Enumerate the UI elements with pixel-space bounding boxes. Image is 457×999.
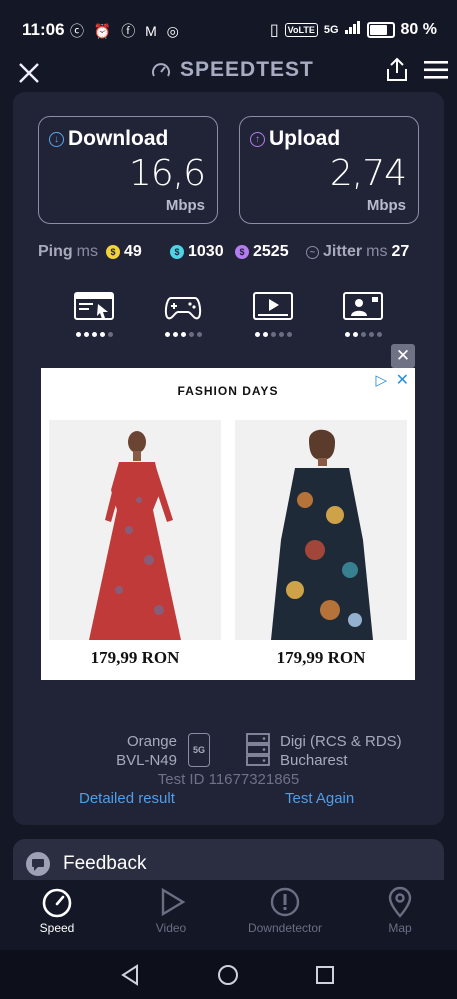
ad-close-button[interactable]: ✕ xyxy=(391,344,415,368)
jitter-icon: ~ xyxy=(306,245,319,259)
ping-unit: ms xyxy=(76,243,98,260)
menu-button[interactable] xyxy=(424,60,448,85)
nav-downdetector-label: Downdetector xyxy=(247,921,323,935)
browsing-level xyxy=(72,332,116,337)
download-latency-value: 1030 xyxy=(188,243,224,260)
dress-photo-dark-floral xyxy=(235,420,407,640)
video-call-icon xyxy=(343,292,383,320)
home-icon[interactable] xyxy=(217,964,239,986)
gauge-icon xyxy=(42,888,72,918)
hamburger-icon xyxy=(424,61,448,79)
app-title: SPEEDTEST xyxy=(150,58,314,82)
recents-icon[interactable] xyxy=(315,965,335,985)
download-box: ↓ Download 16,6 Mbps xyxy=(38,116,218,224)
chat-icon xyxy=(26,852,50,876)
battery-level: 80 % xyxy=(400,21,437,38)
bottom-navigation: Speed Video Downdetector Map xyxy=(0,880,457,950)
ping-label: Ping xyxy=(38,243,73,260)
device-model: BVL-N49 xyxy=(116,752,177,769)
gaming-rating[interactable] xyxy=(161,292,205,337)
upload-box: ↑ Upload 2,74 Mbps xyxy=(239,116,419,224)
play-icon xyxy=(161,887,186,917)
upload-label: Upload xyxy=(269,127,341,150)
status-time: 11:06 xyxy=(22,20,65,39)
server-info: Digi (RCS & RDS) Bucharest xyxy=(280,732,402,770)
isp-name: Digi (RCS & RDS) xyxy=(280,733,402,750)
close-button[interactable] xyxy=(18,58,40,91)
upload-value: 2,74 xyxy=(329,153,407,194)
video-icon xyxy=(253,292,293,320)
nav-video[interactable]: Video xyxy=(121,886,221,935)
share-button[interactable] xyxy=(385,57,409,88)
test-again-link[interactable]: Test Again xyxy=(285,790,354,807)
server-icon xyxy=(246,733,270,772)
jitter-value: 27 xyxy=(391,243,410,260)
notification-icons: ⓒ ⏰ ⓕ M ◎ xyxy=(70,23,182,39)
upload-arrow-icon: ↑ xyxy=(250,131,265,147)
back-icon[interactable] xyxy=(119,964,141,986)
ping-value: 49 xyxy=(124,243,142,260)
browsing-icon xyxy=(74,292,114,320)
browsing-rating[interactable] xyxy=(72,292,116,337)
ad-product-2-price: 179,99 RON xyxy=(235,640,407,676)
upload-latency-value: 2525 xyxy=(253,243,289,260)
carrier-name: Orange xyxy=(126,733,177,750)
video-rating[interactable] xyxy=(251,292,295,337)
alert-icon xyxy=(270,887,300,917)
dress-photo-red xyxy=(49,420,221,640)
gaming-icon xyxy=(164,297,202,320)
video-call-level xyxy=(341,332,385,337)
upload-latency-icon: $ xyxy=(235,245,249,259)
map-pin-icon xyxy=(388,886,412,918)
download-value: 16,6 xyxy=(128,153,206,194)
gaming-level xyxy=(161,332,205,337)
adchoices-icon[interactable]: ▷ xyxy=(375,371,387,389)
ad-product-1-price: 179,99 RON xyxy=(49,640,221,676)
jitter-unit: ms xyxy=(366,243,388,260)
ad-dismiss-icon[interactable]: ✕ xyxy=(396,370,409,390)
download-latency-icon: $ xyxy=(170,245,184,259)
jitter-label: Jitter xyxy=(323,243,363,260)
detailed-result-link[interactable]: Detailed result xyxy=(79,790,175,807)
video-call-rating[interactable] xyxy=(341,292,385,337)
volte-badge: VoLTE xyxy=(284,23,318,37)
feedback-label: Feedback xyxy=(63,853,147,874)
ping-metric: Ping ms $ 49 xyxy=(38,243,142,261)
advertisement[interactable]: FASHION DAYS ▷ ✕ 179,99 RON 179,99 RON xyxy=(41,368,415,680)
carrier-info: Orange BVL-N49 xyxy=(111,732,177,770)
server-city: Bucharest xyxy=(280,752,348,769)
gauge-icon xyxy=(152,63,170,77)
nav-speed[interactable]: Speed xyxy=(7,886,107,935)
phone-5g-icon: 5G xyxy=(188,733,210,767)
video-level xyxy=(251,332,295,337)
upload-unit: Mbps xyxy=(366,197,406,214)
signal-icon xyxy=(344,21,361,39)
download-unit: Mbps xyxy=(165,197,205,214)
download-latency: $ 1030 xyxy=(170,243,224,261)
ad-product-1[interactable]: 179,99 RON xyxy=(49,420,221,676)
jitter-metric: ~ Jitter ms 27 xyxy=(306,243,409,261)
vibrate-icon: ▯ xyxy=(269,22,279,39)
nav-speed-label: Speed xyxy=(39,921,75,935)
system-navigation-bar xyxy=(0,950,457,999)
test-id: Test ID 11677321865 xyxy=(157,771,300,788)
ad-brand: FASHION DAYS xyxy=(177,384,279,398)
battery-icon xyxy=(366,22,395,38)
network-type: 5G xyxy=(323,24,339,36)
nav-video-label: Video xyxy=(155,921,187,935)
status-bar: 11:06 ⓒ ⏰ ⓕ M ◎ ▯ VoLTE 5G 80 % xyxy=(0,0,457,60)
upload-latency: $ 2525 xyxy=(235,243,289,261)
nav-map-label: Map xyxy=(388,921,412,935)
download-label: Download xyxy=(68,127,169,150)
download-arrow-icon: ↓ xyxy=(49,131,64,147)
nav-downdetector[interactable]: Downdetector xyxy=(235,886,335,935)
share-icon xyxy=(387,57,407,81)
status-right: ▯ VoLTE 5G 80 % xyxy=(270,20,437,40)
ad-product-2[interactable]: 179,99 RON xyxy=(235,420,407,676)
nav-map[interactable]: Map xyxy=(350,886,450,935)
ping-icon: $ xyxy=(106,245,120,259)
